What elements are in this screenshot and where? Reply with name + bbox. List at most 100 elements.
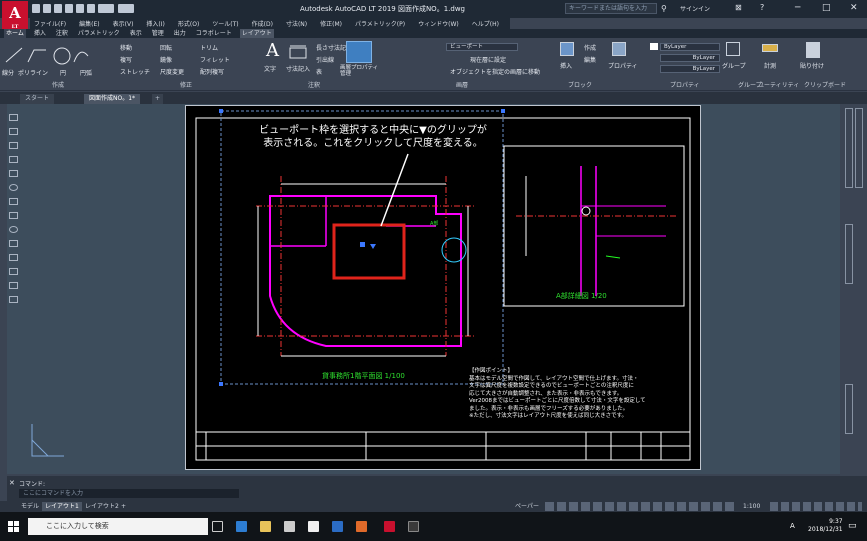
text-icon[interactable]: A (266, 40, 279, 61)
explorer-icon[interactable] (260, 521, 271, 532)
command-input[interactable]: ここにコマンドを入力 (19, 489, 239, 498)
tool-table-icon[interactable] (9, 296, 18, 303)
fillet-button[interactable]: フィレット (200, 55, 230, 64)
media-icon[interactable] (356, 521, 367, 532)
help-icon[interactable]: ? (760, 3, 764, 12)
menu-modify[interactable]: 修正(M) (320, 19, 342, 28)
tool-arc-icon[interactable] (9, 198, 18, 205)
properties-panel-title[interactable]: プロパティ (670, 80, 700, 89)
trim-button[interactable]: トリム (200, 43, 218, 52)
insert-block-button[interactable]: 挿入 (560, 61, 572, 70)
move-button[interactable]: 移動 (120, 43, 132, 52)
tool-construction-icon[interactable] (9, 128, 18, 135)
taskbar-search[interactable]: ここに入力して検索 (28, 518, 208, 535)
dimension-button[interactable]: 寸法記入 (286, 64, 310, 73)
lineweight-dropdown[interactable]: ByLayer (660, 65, 720, 73)
array-button[interactable]: 配列複写 (200, 67, 224, 76)
dimension-icon[interactable] (288, 44, 308, 60)
autocad-logo-icon[interactable]: A LT (2, 1, 28, 31)
tool-region-icon[interactable] (9, 282, 18, 289)
new-file-icon[interactable] (32, 4, 40, 13)
mirror-button[interactable]: 鏡像 (160, 55, 172, 64)
tool-point-icon[interactable] (9, 254, 18, 261)
menu-dimension[interactable]: 寸法(N) (286, 19, 307, 28)
stretch-button[interactable]: ストレッチ (120, 67, 150, 76)
clipboard-panel-title[interactable]: クリップボード (804, 80, 846, 89)
save-as-icon[interactable] (65, 4, 73, 13)
palette-layers[interactable] (845, 384, 853, 434)
autocad-taskbar-icon[interactable] (384, 521, 395, 532)
paste-icon[interactable] (806, 42, 820, 58)
edge-icon[interactable] (236, 521, 247, 532)
binoculars-icon[interactable]: ⚲ (661, 4, 667, 13)
move-to-layer-button[interactable]: オブジェクトを指定の画層に移動 (450, 67, 540, 76)
signin-button[interactable]: サインイン (680, 4, 710, 13)
print-icon[interactable] (76, 4, 84, 13)
menu-view[interactable]: 表示(V) (113, 19, 134, 28)
tool-line-icon[interactable] (9, 114, 18, 121)
make-current-button[interactable]: 現在層に設定 (470, 55, 506, 64)
task-view-icon[interactable] (212, 521, 223, 532)
layer-properties-icon[interactable] (346, 41, 372, 63)
leader-button[interactable]: 引出線 (316, 55, 334, 64)
paste-button[interactable]: 貼り付け (800, 61, 824, 70)
status-toggles[interactable] (545, 502, 735, 511)
table-button[interactable]: 表 (316, 67, 322, 76)
plot-icon[interactable] (87, 4, 95, 13)
tab-collaborate[interactable]: コラボレート (194, 29, 234, 38)
layers-panel-title[interactable]: 画層 (456, 80, 468, 89)
layer-dropdown[interactable]: ビューポート (446, 43, 518, 51)
create-block-button[interactable]: 作成 (584, 43, 596, 52)
menu-edit[interactable]: 編集(E) (79, 19, 99, 28)
group-button[interactable]: グループ (722, 61, 746, 70)
scale-button[interactable]: 尺度変更 (160, 67, 184, 76)
menu-parametric[interactable]: パラメトリック(P) (355, 19, 405, 28)
mail-icon[interactable] (284, 521, 295, 532)
menu-file[interactable]: ファイル(F) (34, 19, 66, 28)
edit-block-button[interactable]: 編集 (584, 55, 596, 64)
match-properties-icon[interactable] (612, 42, 626, 56)
tool-hatch-icon[interactable] (9, 268, 18, 275)
maximize-icon[interactable]: □ (822, 3, 831, 13)
draw-panel-title[interactable]: 作成 (52, 80, 64, 89)
windows-start-icon[interactable] (8, 521, 19, 532)
rotate-button[interactable]: 回転 (160, 43, 172, 52)
tab-parametric[interactable]: パラメトリック (76, 29, 122, 38)
menu-insert[interactable]: 挿入(I) (146, 19, 164, 28)
save-icon[interactable] (54, 4, 62, 13)
tool-circle-icon[interactable] (9, 184, 18, 191)
tool-spline-icon[interactable] (9, 212, 18, 219)
match-properties-button[interactable]: プロパティ (608, 61, 638, 70)
menu-draw[interactable]: 作成(D) (252, 19, 273, 28)
minimize-icon[interactable]: ─ (795, 3, 800, 13)
open-file-icon[interactable] (43, 4, 51, 13)
paper-space-button[interactable]: ペーパー (512, 502, 542, 511)
tab-home[interactable]: ホーム (4, 29, 26, 38)
tab-model[interactable]: モデル (18, 502, 42, 511)
new-tab-button[interactable]: + (152, 94, 164, 104)
add-layout-button[interactable]: + (118, 502, 129, 511)
text-button[interactable]: 文字 (264, 64, 276, 73)
menu-tools[interactable]: ツール(T) (212, 19, 238, 28)
line-button[interactable]: 線分 (2, 68, 14, 77)
notification-icon[interactable]: ▭ (848, 521, 857, 531)
app2-icon[interactable] (408, 521, 419, 532)
annotation-panel-title[interactable]: 注釈 (308, 80, 320, 89)
search-input[interactable]: キーワードまたは語句を入力 (565, 3, 657, 14)
tab-layout[interactable]: レイアウト (239, 29, 274, 38)
tool-ellipse-icon[interactable] (9, 226, 18, 233)
copy-button[interactable]: 複写 (120, 55, 132, 64)
tab-insert[interactable]: 挿入 (32, 29, 48, 38)
arc-button[interactable]: 円弧 (80, 68, 92, 77)
measure-button[interactable]: 計測 (764, 61, 776, 70)
tab-manage[interactable]: 管理 (150, 29, 166, 38)
tool-rectangle-icon[interactable] (9, 170, 18, 177)
tab-start[interactable]: スタート (20, 94, 55, 104)
app-icon[interactable] (332, 521, 343, 532)
close-command-icon[interactable]: ✕ (9, 479, 15, 487)
undo-icon[interactable] (98, 4, 114, 13)
tool-polyline-icon[interactable] (9, 142, 18, 149)
insert-block-icon[interactable] (560, 42, 574, 56)
system-clock[interactable]: 9:37 2018/12/31 (808, 518, 843, 534)
annotation-scale[interactable]: 1:100 (740, 502, 763, 511)
